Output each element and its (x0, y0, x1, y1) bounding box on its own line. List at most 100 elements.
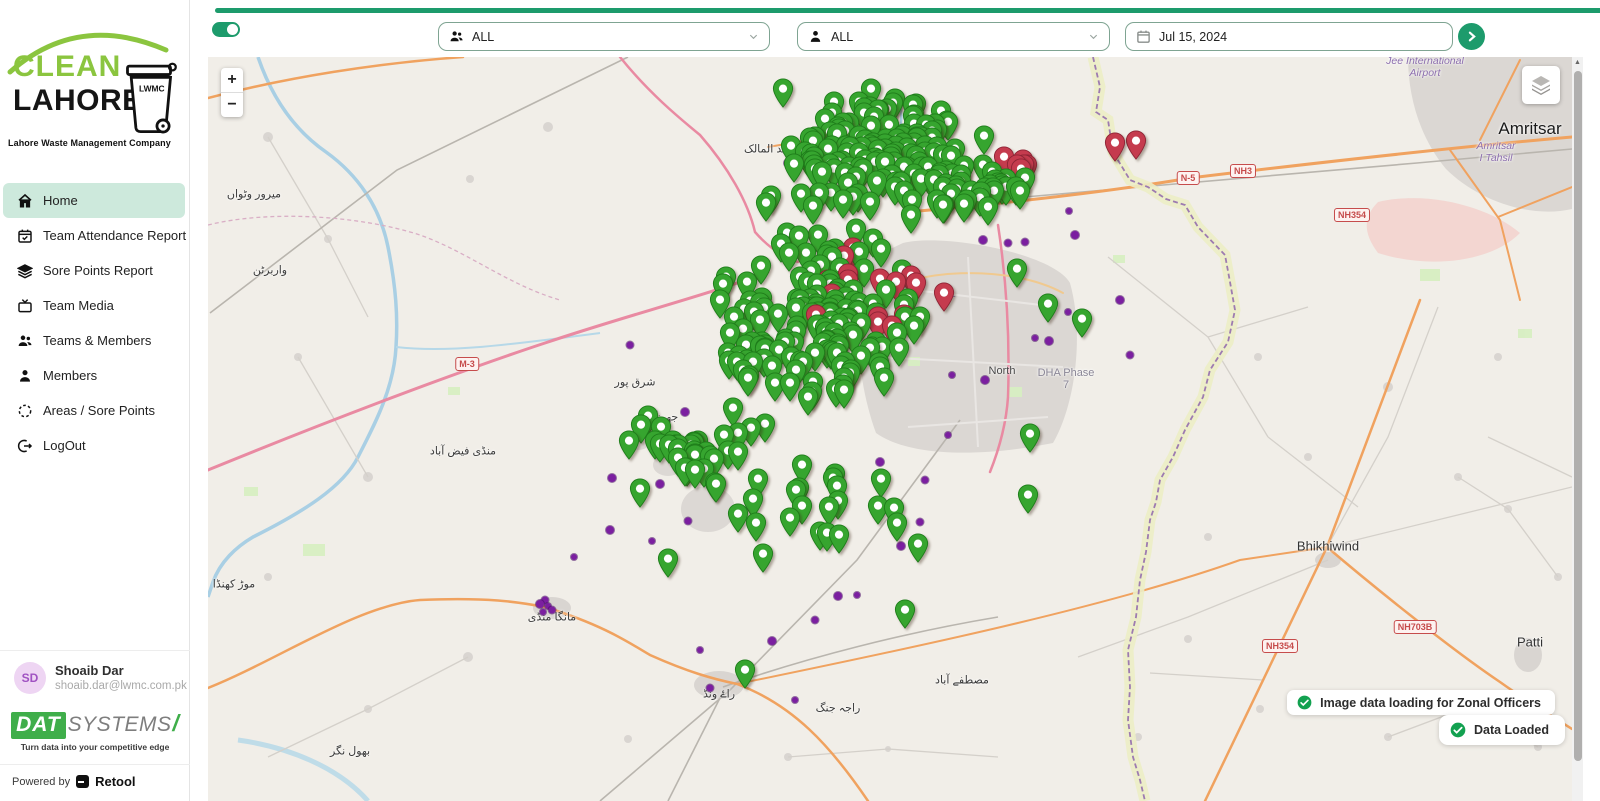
user-email: shoaib.dar@lwmc.com.pk (55, 679, 187, 694)
map-pin-green[interactable] (752, 543, 774, 573)
dashed-circle-icon (17, 403, 33, 419)
map-pin-green[interactable] (1019, 423, 1041, 453)
map-pin-green[interactable] (894, 599, 916, 629)
sidebar-nav: Home Team Attendance Report Sore Points … (0, 183, 190, 463)
map-pin-green[interactable] (1037, 293, 1059, 323)
map-pin-green[interactable] (779, 507, 801, 537)
map-pin-green[interactable] (618, 430, 640, 460)
chevron-right-icon (1465, 30, 1478, 43)
map-pin-green[interactable] (953, 193, 975, 223)
map-pin-green[interactable] (705, 473, 727, 503)
sidebar-item-home[interactable]: Home (3, 183, 185, 218)
map-pin-green[interactable] (833, 379, 855, 409)
submit-arrow-button[interactable] (1458, 23, 1485, 50)
sidebar-item-teams-members[interactable]: Teams & Members (0, 323, 190, 358)
layers-icon (1529, 73, 1553, 97)
filter-value: ALL (831, 30, 853, 44)
map-zoom-control: + − (221, 68, 243, 117)
vendor-logo-slash: / (173, 710, 179, 737)
map-pin-green[interactable] (973, 125, 995, 155)
sidebar-item-label: Areas / Sore Points (43, 403, 155, 418)
check-circle-icon (1450, 722, 1466, 738)
map-pin-green[interactable] (859, 191, 881, 221)
zoom-out-button[interactable]: − (221, 93, 243, 117)
map[interactable]: Jee InternationalAirportAmritsarAmritsar… (208, 57, 1572, 801)
page-scrollbar: ▲ (1572, 57, 1583, 801)
officer-filter-dropdown[interactable]: ALL (797, 22, 1110, 51)
layers-icon (17, 263, 33, 279)
toast-notification: Data Loaded (1439, 715, 1565, 745)
logout-icon (17, 438, 33, 454)
sidebar-item-team-media[interactable]: Team Media (0, 288, 190, 323)
map-pin-green[interactable] (870, 468, 892, 498)
layers-button[interactable] (1522, 66, 1560, 104)
map-pin-green[interactable] (900, 204, 922, 234)
app-logo: CLEAN LAHORE LWMC Lahore Waste Managemen… (0, 8, 190, 158)
map-pin-green[interactable] (886, 512, 908, 542)
user-block: SD Shoaib Dar shoaib.dar@lwmc.com.pk (0, 650, 190, 700)
map-pin-green[interactable] (1006, 258, 1028, 288)
sidebar-item-sore-points-report[interactable]: Sore Points Report (0, 253, 190, 288)
person-icon (808, 29, 823, 44)
scrollbar-thumb[interactable] (1574, 71, 1582, 761)
map-pin-red[interactable] (1125, 130, 1147, 160)
avatar: SD (14, 662, 46, 694)
map-pin-green[interactable] (629, 478, 651, 508)
map-pin-green[interactable] (797, 386, 819, 416)
calendar-icon (1136, 29, 1151, 44)
map-pin-green[interactable] (1071, 308, 1093, 338)
chevron-down-icon (1088, 31, 1099, 42)
sidebar-item-label: Team Attendance Report (43, 228, 186, 243)
users-icon (17, 333, 33, 349)
user-name: Shoaib Dar (55, 663, 187, 679)
map-pin-green[interactable] (932, 194, 954, 224)
powered-by-text: Powered by (12, 776, 70, 788)
map-pin-green[interactable] (802, 195, 824, 225)
map-pin-green[interactable] (1017, 484, 1039, 514)
map-pin-red[interactable] (1104, 132, 1126, 162)
map-pin-green[interactable] (727, 441, 749, 471)
filter-value: ALL (472, 30, 494, 44)
check-circle-icon (1297, 695, 1312, 710)
map-pin-green[interactable] (907, 533, 929, 563)
sidebar-item-label: LogOut (43, 438, 86, 453)
map-pin-green[interactable] (684, 459, 706, 489)
zone-filter-dropdown[interactable]: ALL (438, 22, 770, 51)
top-progress-bar (215, 8, 1600, 13)
map-pin-green[interactable] (657, 548, 679, 578)
sidebar-footer: SD Shoaib Dar shoaib.dar@lwmc.com.pk DAT… (0, 650, 190, 801)
tv-icon (17, 298, 33, 314)
map-pin-green[interactable] (1009, 180, 1031, 210)
map-pin-green[interactable] (745, 512, 767, 542)
sidebar-item-team-attendance-report[interactable]: Team Attendance Report (0, 218, 190, 253)
map-pin-green[interactable] (734, 659, 756, 689)
date-picker-field[interactable]: Jul 15, 2024 (1125, 22, 1453, 51)
vendor-logo-systems: SYSTEMS (68, 713, 172, 737)
calendar-check-icon (17, 228, 33, 244)
retool-brand[interactable]: Retool (95, 774, 135, 789)
toast-text: Data Loaded (1474, 723, 1549, 737)
map-toggle-switch[interactable] (212, 22, 240, 37)
map-pin-green[interactable] (737, 367, 759, 397)
map-pin-green[interactable] (832, 189, 854, 219)
vendor-tagline: Turn data into your competitive edge (0, 742, 190, 752)
sidebar-item-logout[interactable]: LogOut (0, 428, 190, 463)
map-pin-green[interactable] (828, 524, 850, 554)
map-pin-green[interactable] (873, 367, 895, 397)
user-icon (17, 368, 33, 384)
sidebar-item-areas-sore-points[interactable]: Areas / Sore Points (0, 393, 190, 428)
chevron-down-icon (748, 31, 759, 42)
logo-subtitle: Lahore Waste Management Company (8, 138, 186, 148)
zoom-in-button[interactable]: + (221, 68, 243, 93)
sidebar-item-members[interactable]: Members (0, 358, 190, 393)
map-pin-red[interactable] (933, 282, 955, 312)
map-pin-green[interactable] (755, 192, 777, 222)
sidebar-item-label: Sore Points Report (43, 263, 153, 278)
map-pin-green[interactable] (977, 196, 999, 226)
people-icon (449, 29, 464, 44)
toast-notification: Image data loading for Zonal Officers (1287, 690, 1555, 715)
vendor-logo: DATSYSTEMS/ Turn data into your competit… (0, 700, 190, 764)
map-pin-green[interactable] (772, 78, 794, 108)
trash-bin-icon: LWMC (120, 56, 178, 138)
scrollbar-up-arrow[interactable]: ▲ (1572, 59, 1583, 66)
